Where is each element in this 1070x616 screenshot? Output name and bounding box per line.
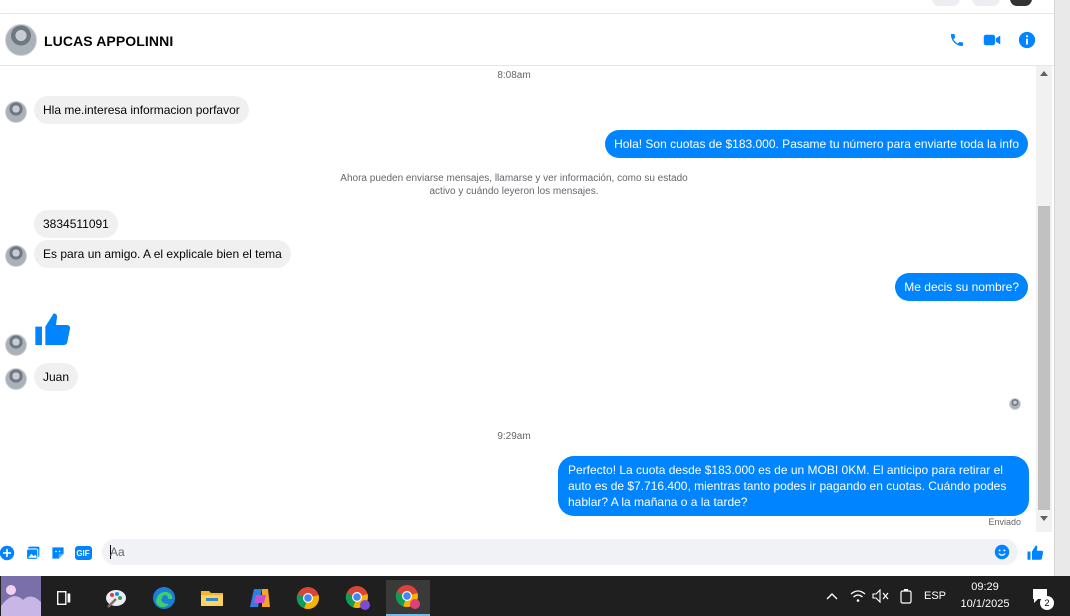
timestamp: 9:29am xyxy=(497,431,531,442)
message-line: Perfecto! La cuota desde $183.000 es de … xyxy=(568,463,1003,477)
chat-scrollbar[interactable] xyxy=(1036,66,1052,532)
system-clock[interactable]: 09:29 10/1/2025 xyxy=(950,579,1020,613)
notice-line: Ahora pueden enviarse mensajes, llamarse… xyxy=(340,173,688,184)
scroll-down-arrow-icon[interactable] xyxy=(1040,516,1048,521)
sender-avatar[interactable] xyxy=(5,245,27,267)
chrome-profile-icon[interactable] xyxy=(336,580,380,616)
phone-icon[interactable] xyxy=(947,30,967,50)
sticker-icon[interactable] xyxy=(49,544,67,562)
battery-icon[interactable] xyxy=(896,576,916,616)
sender-avatar[interactable] xyxy=(5,101,27,123)
windows-taskbar: ESP 09:29 10/1/2025 2 xyxy=(0,576,1070,616)
wifi-icon[interactable] xyxy=(848,576,868,616)
conversation-header: LUCAS APPOLINNI xyxy=(0,15,1054,66)
sender-avatar[interactable] xyxy=(5,334,27,356)
incoming-message[interactable]: Es para un amigo. A el explicale bien el… xyxy=(34,240,291,268)
messenger-window: LUCAS APPOLINNI 8:08am Hla me.interesa i… xyxy=(0,0,1070,616)
scrollbar-thumb[interactable] xyxy=(1038,206,1050,510)
seen-receipt-avatar xyxy=(1009,398,1021,410)
like-icon[interactable] xyxy=(1026,544,1044,562)
chrome-icon[interactable] xyxy=(286,580,330,616)
message-line: hablar? A la mañana o a la tarde? xyxy=(568,495,748,509)
incoming-message[interactable]: Hla me.interesa informacion porfavor xyxy=(34,96,249,124)
outgoing-message[interactable]: Hola! Son cuotas de $183.000. Pasame tu … xyxy=(605,130,1028,158)
photo-icon[interactable] xyxy=(24,544,42,562)
video-icon[interactable] xyxy=(982,30,1002,50)
chrome-profile-active-icon[interactable] xyxy=(386,580,430,616)
chevron-up-icon[interactable] xyxy=(822,576,842,616)
profile-avatar[interactable] xyxy=(1010,0,1032,6)
incoming-message[interactable]: Juan xyxy=(34,363,79,391)
outgoing-message[interactable]: Perfecto! La cuota desde $183.000 es de … xyxy=(558,456,1029,516)
message-line: auto es de $7.716.400, mientras tanto po… xyxy=(568,479,1007,493)
gif-label: GIF xyxy=(74,546,92,560)
clock-date: 10/1/2025 xyxy=(960,598,1010,610)
message-input[interactable] xyxy=(110,542,980,562)
notification-icon[interactable]: 2 xyxy=(1026,576,1056,616)
incoming-message[interactable]: 3834511091 xyxy=(34,210,118,238)
message-composer: GIF xyxy=(0,532,1054,576)
volume-muted-icon[interactable] xyxy=(870,576,892,616)
outgoing-message[interactable]: Me decis su nombre? xyxy=(895,273,1028,301)
plus-icon[interactable] xyxy=(0,544,16,562)
scroll-up-arrow-icon[interactable] xyxy=(1040,71,1048,76)
delivery-status: Enviado xyxy=(988,517,1021,527)
message-list[interactable]: 8:08am Hla me.interesa informacion porfa… xyxy=(0,66,1036,532)
privacy-notice: Ahora pueden enviarse mensajes, llamarse… xyxy=(330,172,698,198)
edge-icon[interactable] xyxy=(142,580,186,616)
timestamp: 8:08am xyxy=(497,70,531,81)
file-explorer-icon[interactable] xyxy=(190,580,234,616)
sender-avatar[interactable] xyxy=(5,368,27,390)
contact-name[interactable]: LUCAS APPOLINNI xyxy=(44,33,173,49)
task-view-icon[interactable] xyxy=(42,580,86,616)
clock-time: 09:29 xyxy=(971,581,999,593)
notification-badge: 2 xyxy=(1040,596,1054,610)
window-edge xyxy=(1054,0,1070,576)
gif-icon[interactable]: GIF xyxy=(74,544,92,562)
contact-avatar[interactable] xyxy=(5,24,37,56)
copilot-icon[interactable] xyxy=(238,580,282,616)
top-button-ghost[interactable] xyxy=(932,0,960,6)
info-icon[interactable] xyxy=(1017,30,1037,50)
paint-icon[interactable] xyxy=(94,580,138,616)
language-indicator[interactable]: ESP xyxy=(922,576,948,616)
top-strip xyxy=(0,0,1054,14)
top-button-ghost[interactable] xyxy=(972,0,1000,6)
emoji-icon[interactable] xyxy=(994,544,1010,560)
thumbs-up-icon[interactable] xyxy=(32,310,74,352)
start-icon[interactable] xyxy=(0,576,42,616)
message-input-wrapper[interactable] xyxy=(102,539,1018,565)
notice-line: activo y cuándo leyeron los mensajes. xyxy=(429,186,599,197)
